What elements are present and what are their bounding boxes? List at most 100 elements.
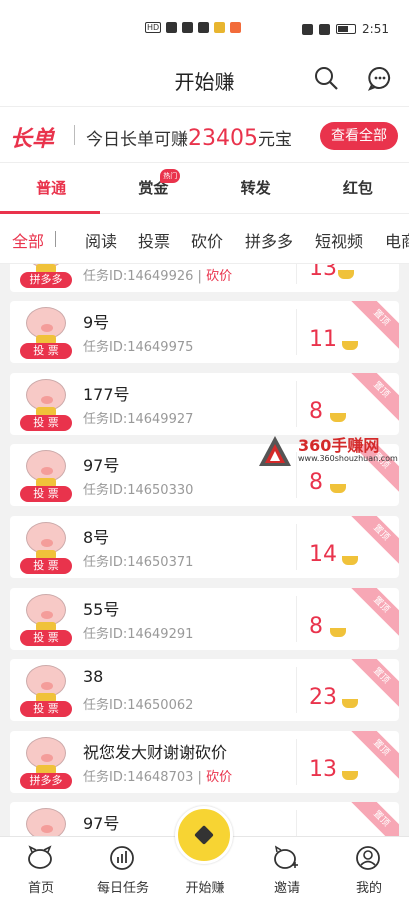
card-divider (296, 264, 297, 284)
pinned-ribbon: 置顶 (347, 588, 399, 639)
subtab-vote[interactable]: 投票 (138, 228, 170, 252)
tab-normal[interactable]: 普通 (0, 163, 102, 214)
task-reward: 13 (309, 757, 337, 782)
alarm-icon (302, 23, 314, 35)
task-card[interactable]: 投 票 55号 任务ID:14649291 8 置顶 (10, 588, 399, 650)
task-name: 97号 (83, 456, 120, 475)
subtab-read[interactable]: 阅读 (85, 228, 117, 252)
task-id: 任务ID:14650371 (83, 555, 194, 570)
task-name: 97号 (83, 814, 120, 833)
tab-forward[interactable]: 转发 (205, 163, 307, 213)
tab-bounty[interactable]: 赏金 热门 (102, 163, 204, 213)
task-reward: 11 (309, 327, 337, 352)
pig-avatar: 投 票 (20, 305, 72, 359)
banner-amount: 23405 (188, 126, 258, 151)
task-card[interactable]: 投 票 38 任务ID:14650062 23 置顶 (10, 659, 399, 721)
task-name: 55号 (83, 600, 120, 619)
watermark-logo-icon (259, 436, 291, 466)
subtab-pinduoduo[interactable]: 拼多多 (245, 228, 293, 252)
tab-label: 转发 (240, 179, 271, 197)
status-time: 2:51 (362, 22, 389, 36)
task-reward: 13 (309, 264, 337, 281)
main-tabs: 普通 赏金 热门 转发 红包 (0, 162, 409, 214)
search-icon[interactable] (313, 65, 339, 91)
battery-icon (336, 24, 357, 34)
ingot-icon (330, 484, 346, 493)
task-reward: 8 (309, 614, 323, 639)
task-extra: 砍价 (206, 269, 233, 284)
task-type-tag: 拼多多 (20, 773, 72, 789)
subtab-ecommerce[interactable]: 电商 (385, 228, 409, 252)
task-name: 9号 (83, 313, 110, 332)
pig-avatar: 投 票 (20, 520, 72, 574)
task-id: 任务ID:14650330 (83, 483, 194, 498)
task-reward: 8 (309, 399, 323, 424)
pinned-ribbon: 置顶 (347, 802, 399, 836)
pig-avatar: 拼多多 (20, 735, 72, 789)
task-id: 任务ID:14649927 (83, 412, 194, 427)
card-divider (296, 667, 297, 713)
pig-face-icon (26, 808, 66, 836)
wifi-icon (182, 22, 194, 33)
task-card[interactable]: 投 票 9号 任务ID:14649975 11 置顶 (10, 301, 399, 363)
view-all-button[interactable]: 查看全部 (320, 122, 398, 150)
nav-home[interactable]: 首页 (0, 837, 82, 900)
task-reward: 8 (309, 470, 323, 495)
task-name: 8号 (83, 528, 110, 547)
task-name: 38 (83, 667, 104, 686)
ingot-icon (342, 341, 358, 350)
task-reward: 23 (309, 685, 337, 710)
subtab-all[interactable]: 全部 (12, 228, 44, 252)
invite-icon (274, 845, 298, 869)
nav-label: 开始赚 (185, 881, 225, 896)
task-card[interactable]: 投 票 177号 任务ID:14649927 8 置顶 (10, 373, 399, 435)
hd-icon: HD (145, 22, 162, 33)
card-divider (296, 810, 297, 836)
app-notification-icon-2 (230, 22, 242, 33)
task-card[interactable]: 投 票 8号 任务ID:14650371 14 置顶 (10, 516, 399, 578)
status-icons-left: HD (145, 22, 242, 33)
nav-invite[interactable]: 邀请 (246, 837, 328, 900)
pig-avatar: 投 票 (20, 377, 72, 431)
ingot-icon (342, 771, 358, 780)
tab-label: 普通 (36, 179, 67, 197)
task-type-tag: 投 票 (20, 415, 72, 431)
task-id-text: 任务ID:14648703 (83, 770, 194, 785)
task-card[interactable]: 拼多多 祝您发大财谢谢砍价 任务ID:14648703 | 砍价 13 置顶 (10, 731, 399, 793)
task-type-tag: 投 票 (20, 630, 72, 646)
message-icon (198, 22, 210, 33)
start-earning-center-button[interactable] (175, 806, 233, 864)
card-divider (296, 739, 297, 785)
task-reward: 14 (309, 542, 337, 567)
task-list[interactable]: 拼多多 任务ID:14649926 | 砍价 13 投 票 9号 任务ID:14… (0, 264, 409, 836)
app-notification-icon (214, 22, 226, 33)
app-header: 开始赚 (0, 58, 409, 106)
nav-profile[interactable]: 我的 (328, 837, 409, 900)
pinned-ribbon: 置顶 (347, 373, 399, 424)
task-id: 任务ID:14649975 (83, 340, 194, 355)
pig-avatar: 投 票 (20, 592, 72, 646)
ingot-icon (338, 270, 354, 279)
task-card[interactable]: 拼多多 任务ID:14649926 | 砍价 13 (10, 264, 399, 292)
task-id: 任务ID:14649291 (83, 627, 194, 642)
watermark: 360手赚网 www.360shouzhuan.com (258, 432, 403, 470)
task-name: 祝您发大财谢谢砍价 (83, 743, 228, 762)
tab-redpacket[interactable]: 红包 (307, 163, 409, 213)
status-icons-right: 2:51 (302, 22, 389, 36)
task-id-text: 任务ID:14649926 (83, 269, 194, 284)
home-pig-icon (28, 845, 52, 869)
ingot-icon (330, 628, 346, 637)
chat-bubble-icon[interactable] (367, 65, 393, 91)
subtab-shortvideo[interactable]: 短视频 (315, 228, 363, 252)
vibrate-icon (319, 23, 331, 35)
pig-avatar: 投 票 (20, 448, 72, 502)
tab-label: 红包 (342, 179, 373, 197)
task-type-tag: 投 票 (20, 701, 72, 717)
long-order-banner: 长单 今日长单可赚23405元宝 查看全部 (0, 106, 409, 162)
signal-icon (166, 22, 178, 33)
nav-daily-tasks[interactable]: 每日任务 (82, 837, 164, 900)
task-id: 任务ID:14650062 (83, 698, 194, 713)
ingot-icon (342, 699, 358, 708)
watermark-title: 360手赚网 (298, 436, 380, 455)
subtab-bargain[interactable]: 砍价 (191, 228, 223, 252)
